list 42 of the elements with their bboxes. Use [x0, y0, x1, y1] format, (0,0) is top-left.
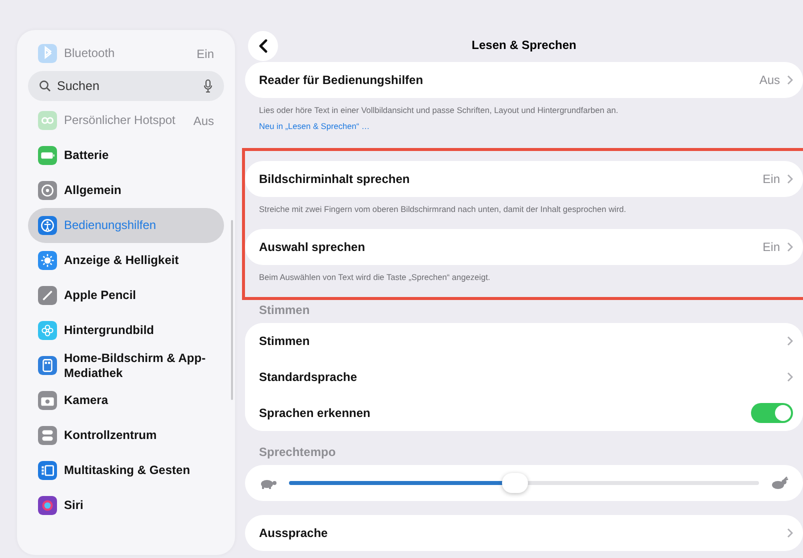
sidebar-item[interactable]: Siri: [28, 488, 224, 523]
back-button[interactable]: [248, 31, 278, 61]
microphone-icon[interactable]: [203, 79, 213, 93]
speech-rate-slider[interactable]: [289, 473, 759, 493]
settings-row[interactable]: Aussprache: [245, 515, 803, 551]
sidebar-item[interactable]: Batterie: [28, 138, 224, 173]
page-title: Lesen & Sprechen: [472, 38, 576, 52]
sidebar-item[interactable]: Home-Bildschirm & App-Mediathek: [28, 348, 224, 383]
chevron-icon: [787, 372, 793, 382]
sidebar-item[interactable]: Kontrollzentrum: [28, 418, 224, 453]
row-value: Aus: [759, 73, 780, 87]
toggle-switch[interactable]: [751, 403, 793, 423]
settings-row[interactable]: Auswahl sprechen Ein: [245, 229, 803, 265]
rabbit-icon: [769, 476, 789, 490]
footer-text: Streiche mit zwei Fingern vom oberen Bildschirmrand nach unten, damit der Inhalt gesprochen wird.: [258, 203, 628, 216]
footer-link[interactable]: Neu in „Lesen & Sprechen“ …: [259, 121, 370, 131]
search-bar[interactable]: Suchen: [28, 71, 224, 101]
status-value: Ein: [196, 46, 214, 60]
chevron-icon: [787, 242, 793, 252]
settings-row[interactable]: Reader für Bedienungshilfen Aus: [245, 62, 803, 98]
sidebar-item[interactable]: Apple Pencil: [28, 278, 224, 313]
row-value: Ein: [762, 172, 780, 186]
settings-row[interactable]: Bildschirminhalt sprechen Ein: [245, 161, 803, 197]
section-header: Stimmen: [258, 303, 311, 319]
search-icon: [39, 80, 51, 92]
sidebar-item[interactable]: Kamera: [28, 383, 224, 418]
sidebar-item[interactable]: Multitasking & Gesten: [28, 453, 224, 488]
row-value: Ein: [762, 240, 780, 254]
sidebar-item[interactable]: Allgemein: [28, 173, 224, 208]
section-header: Sprechtempo: [258, 445, 337, 461]
chevron-icon: [787, 174, 793, 184]
search-field[interactable]: Suchen: [57, 79, 197, 93]
back-icon: [258, 39, 268, 53]
chevron-icon: [787, 336, 793, 346]
turtle-icon: [259, 477, 279, 489]
sidebar-item[interactable]: Anzeige & Helligkeit: [28, 243, 224, 278]
chevron-icon: [787, 75, 793, 85]
footer-text: Lies oder höre Text in einer Vollbildansicht und passe Schriften, Layout und Hintergrundfarben an.: [258, 104, 620, 117]
status-value: Aus: [193, 114, 214, 128]
chevron-icon: [787, 528, 793, 538]
footer-text: Beim Auswählen von Text wird die Taste „Sprechen“ angezeigt.: [258, 271, 492, 284]
sidebar-item[interactable]: Hintergrundbild: [28, 313, 224, 348]
